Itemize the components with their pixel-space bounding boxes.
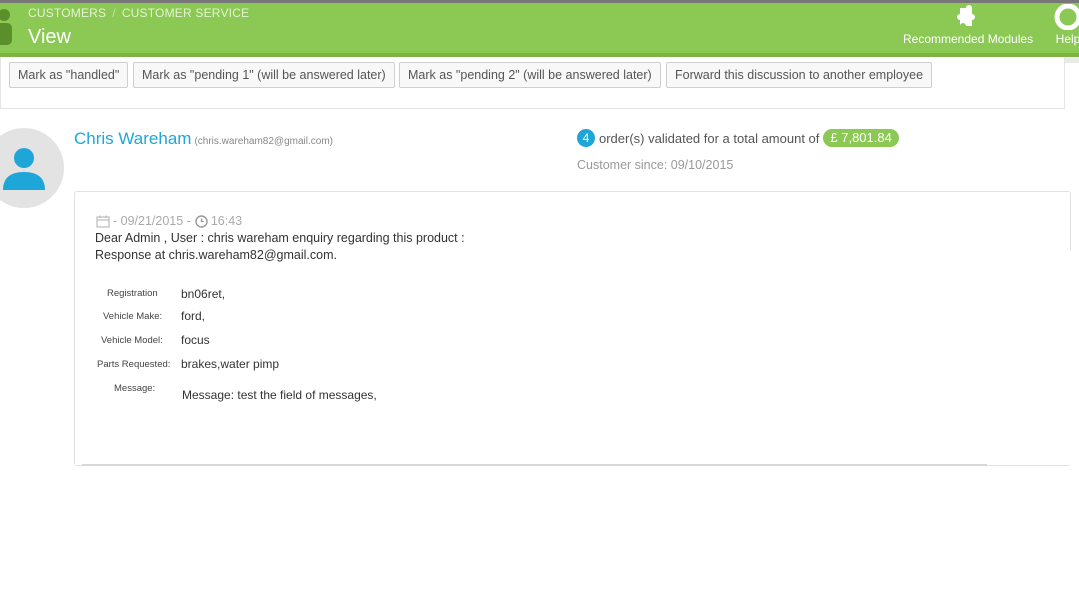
customer-since: Customer since: 09/10/2015 [577, 158, 734, 172]
message-line-1: Dear Admin , User : chris wareham enquir… [95, 231, 465, 245]
customers-logo-icon [0, 9, 12, 45]
field-label-vehicle-make: Vehicle Make: [103, 311, 163, 322]
clock-icon [195, 214, 208, 228]
forward-discussion-button[interactable]: Forward this discussion to another emplo… [666, 62, 933, 88]
field-value-message: Message: test the field of messages, [182, 388, 377, 402]
orders-text: order(s) validated for a total amount of [599, 130, 820, 146]
mark-pending2-button[interactable]: Mark as "pending 2" (will be answered la… [399, 62, 661, 88]
field-value-registration: bn06ret, [181, 287, 226, 301]
field-label-parts-requested: Parts Requested: [97, 359, 171, 370]
message-divider [82, 464, 987, 466]
field-value-vehicle-model: focus [181, 333, 210, 347]
puzzle-icon [957, 5, 976, 26]
total-amount-badge: £ 7,801.84 [823, 129, 899, 147]
breadcrumb-separator: / [112, 6, 116, 20]
message-line-2: Response at chris.wareham82@gmail.com. [95, 248, 337, 262]
page-title: View [28, 26, 71, 48]
customer-name[interactable]: Chris Wareham [74, 129, 191, 148]
field-label-registration: Registration [107, 288, 158, 299]
order-count-badge: 4 [577, 129, 595, 147]
calendar-icon [96, 215, 110, 228]
message-time: 16:43 [210, 214, 243, 228]
field-value-parts-requested: brakes,water pimp [181, 357, 280, 371]
field-label-message: Message: [114, 383, 156, 394]
field-value-vehicle-make: ford, [181, 309, 206, 323]
customer-name-row: Chris Wareham (chris.wareham82@gmail.com) [74, 129, 333, 149]
orders-summary: 4 order(s) validated for a total amount … [577, 129, 899, 147]
user-icon [3, 148, 45, 190]
lifebuoy-icon [1054, 4, 1079, 30]
message-date: - 09/21/2015 - [113, 214, 191, 228]
breadcrumb-customer-service[interactable]: CUSTOMER SERVICE [122, 6, 249, 20]
recommended-modules-label: Recommended Modules [903, 32, 1034, 46]
help-label: Help [1055, 32, 1079, 46]
breadcrumb-customers[interactable]: CUSTOMERS [28, 6, 106, 20]
help-button[interactable]: Help [1054, 4, 1079, 46]
recommended-modules-button[interactable]: Recommended Modules [903, 4, 1033, 46]
message-meta: - 09/21/2015 - 16:43 [96, 214, 242, 228]
field-label-vehicle-model: Vehicle Model: [101, 335, 163, 346]
breadcrumb: CUSTOMERS / CUSTOMER SERVICE [28, 6, 249, 20]
customer-email: (chris.wareham82@gmail.com) [194, 136, 333, 147]
avatar [0, 128, 64, 208]
mark-handled-button[interactable]: Mark as "handled" [9, 62, 129, 88]
mark-pending1-button[interactable]: Mark as "pending 1" (will be answered la… [133, 62, 395, 88]
